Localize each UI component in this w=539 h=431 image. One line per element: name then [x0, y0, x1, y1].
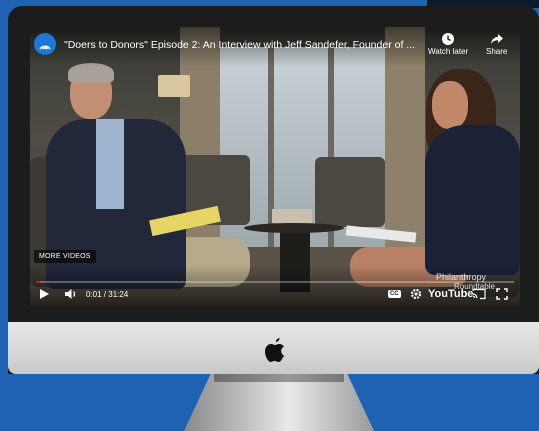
video-frame-lamp [158, 75, 190, 97]
video-title[interactable]: "Doers to Donors" Episode 2: An Intervie… [64, 39, 424, 51]
watch-later-button[interactable]: Watch later [428, 31, 468, 56]
progress-fill [36, 281, 40, 283]
play-button[interactable] [38, 286, 50, 302]
apple-logo-icon [265, 338, 285, 362]
time-text: 0:01 / 31:24 [86, 289, 129, 299]
video-frame-woman-face [432, 81, 468, 129]
volume-button[interactable] [64, 286, 78, 302]
monitor-stand [184, 374, 374, 431]
video-frame-woman [425, 125, 520, 275]
channel-logo-icon[interactable] [34, 33, 56, 55]
youtube-logo-button[interactable]: YouTube [428, 286, 473, 302]
video-frame-books [272, 209, 312, 223]
time-display: 0:01 / 31:24 [86, 286, 128, 302]
share-label: Share [486, 47, 508, 56]
progress-bar[interactable] [36, 281, 514, 283]
share-arrow-icon [490, 34, 503, 44]
fullscreen-button[interactable] [496, 286, 508, 302]
youtube-wordmark: YouTube [428, 288, 474, 300]
volume-icon [65, 289, 76, 299]
more-videos-button[interactable]: MORE VIDEOS [34, 250, 96, 263]
play-icon [40, 289, 49, 299]
share-button[interactable]: Share [486, 31, 507, 56]
stand-shadow [214, 374, 344, 382]
fullscreen-icon [496, 288, 508, 300]
clock-icon [442, 33, 455, 45]
settings-button[interactable] [410, 286, 422, 302]
watch-later-label: Watch later [428, 47, 469, 56]
video-frame-table [244, 223, 344, 233]
cast-icon [472, 288, 486, 300]
cast-button[interactable] [472, 286, 486, 302]
video-player[interactable]: "Doers to Donors" Episode 2: An Intervie… [30, 27, 520, 306]
video-frame-man-shirt [96, 119, 124, 209]
captions-button[interactable]: CC [388, 286, 401, 302]
captions-icon: CC [388, 290, 401, 298]
gear-icon [410, 288, 422, 300]
video-frame-chair [315, 157, 385, 227]
